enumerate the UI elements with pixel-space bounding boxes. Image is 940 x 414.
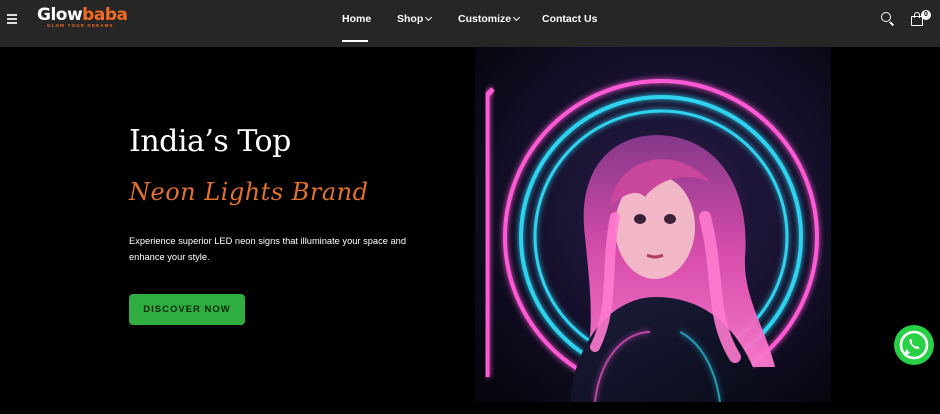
hero-neon-girl-image (475, 47, 831, 402)
cart-count-badge: 0 (921, 10, 931, 20)
hero-title: India’s Top (129, 124, 291, 159)
nav-customize[interactable]: Customize (458, 13, 521, 25)
nav-home[interactable]: Home (342, 13, 371, 25)
active-nav-indicator (342, 40, 368, 42)
hamburger-menu-icon[interactable] (7, 14, 17, 24)
chevron-down-icon (425, 13, 433, 22)
hero-script-subtitle: Neon Lights Brand (129, 178, 369, 206)
nav-shop[interactable]: Shop (397, 13, 433, 25)
hero-description: Experience superior LED neon signs that … (129, 236, 407, 262)
site-header: Glowbaba GLOW YOUR DREAMS Home Shop Cust… (0, 0, 940, 47)
nav-contact-us[interactable]: Contact Us (542, 13, 597, 25)
brand-logo[interactable]: Glowbaba GLOW YOUR DREAMS (37, 5, 128, 28)
discover-now-button[interactable]: DISCOVER NOW (129, 294, 245, 325)
chevron-down-icon (513, 13, 521, 22)
search-icon[interactable] (880, 11, 896, 27)
whatsapp-icon[interactable] (894, 325, 934, 365)
